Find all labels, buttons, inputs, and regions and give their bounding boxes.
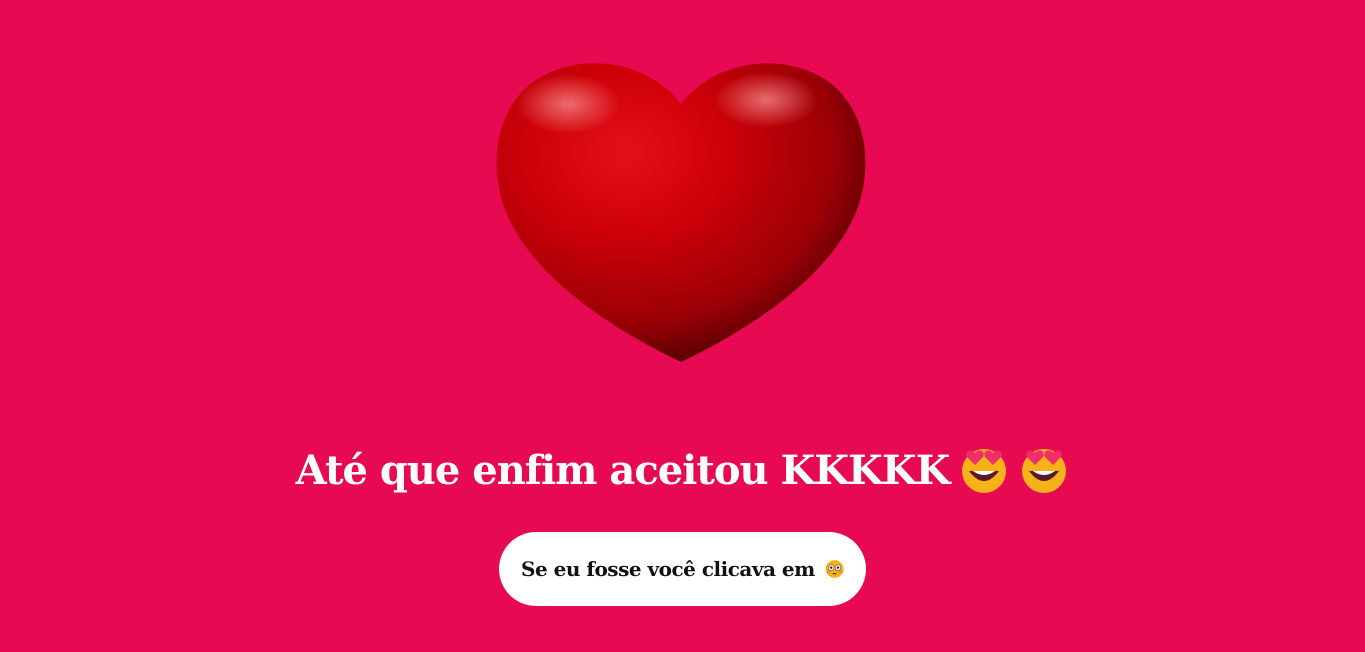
headline-text: Até que enfim aceitou KKKKK — [295, 446, 951, 494]
star-struck-emoji-icon — [962, 449, 1007, 493]
heart-icon — [488, 52, 874, 364]
flushed-face-icon — [825, 560, 844, 578]
headline-row: Até que enfim aceitou KKKKK — [0, 440, 1365, 500]
page: Até que enfim aceitou KKKKK Se eu fosse … — [0, 0, 1365, 652]
cta-label: Se eu fosse você clicava em — [521, 557, 815, 581]
cta-button[interactable]: Se eu fosse você clicava em — [499, 532, 866, 606]
star-struck-emoji-icon — [1022, 449, 1067, 493]
